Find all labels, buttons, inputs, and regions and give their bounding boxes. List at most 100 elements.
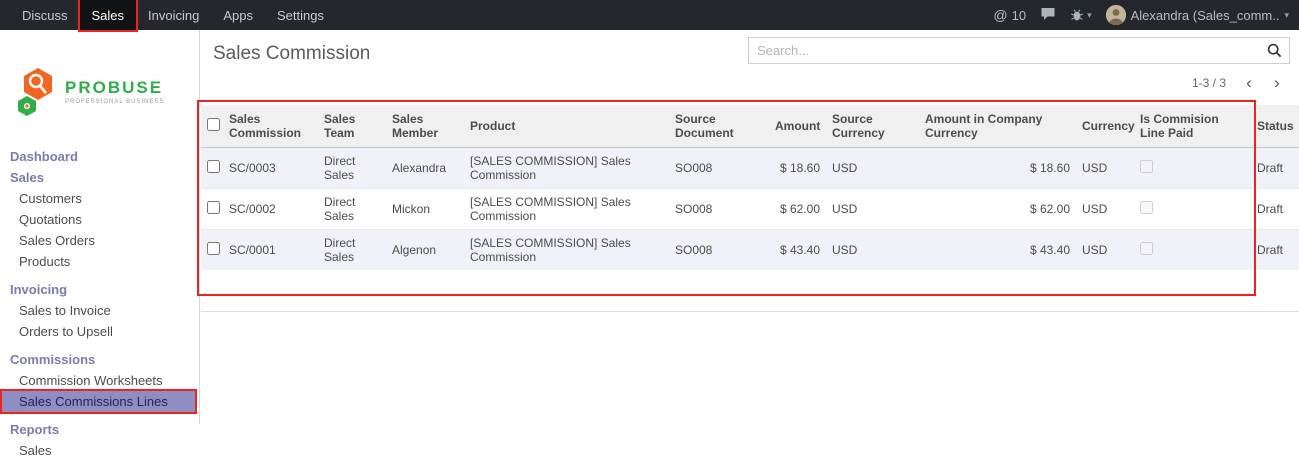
cell-product: [SALES COMMISSION] Sales Commission [464,229,669,270]
pager-next-button[interactable]: › [1264,72,1290,94]
column-header-product[interactable]: Product [464,105,669,147]
cell-status: Draft [1251,147,1299,188]
sidebar-item-quotations[interactable]: Quotations [0,209,199,230]
cell-amount: $ 43.40 [769,229,826,270]
search-input[interactable] [749,43,1260,58]
cell-sales-commission: SC/0003 [223,147,318,188]
logo-title: PROBUSE [65,78,164,98]
cell-is-paid [1134,188,1251,229]
probuse-logo-icon [14,66,60,116]
sidebar: PROBUSE PROFESSIONAL BUSINESS Dashboard … [0,30,200,424]
sidebar-item-orders-to-upsell[interactable]: Orders to Upsell [0,321,199,342]
cell-sales-commission: SC/0001 [223,229,318,270]
probuse-logo: PROBUSE PROFESSIONAL BUSINESS [14,66,164,116]
column-header-amount[interactable]: Amount [769,105,826,147]
sidebar-section-sales[interactable]: Sales [0,167,199,188]
cell-product: [SALES COMMISSION] Sales Commission [464,147,669,188]
menu-invoicing[interactable]: Invoicing [136,0,211,30]
sidebar-item-sales-orders[interactable]: Sales Orders [0,230,199,251]
column-header-is-commission-paid[interactable]: Is Commision Line Paid [1134,105,1251,147]
chevron-down-icon: ▾ [1284,10,1289,21]
cell-status: Draft [1251,188,1299,229]
cell-currency: USD [1076,229,1134,270]
cell-sales-team: Direct Sales [318,147,386,188]
user-name: Alexandra (Sales_comm.. [1131,8,1280,23]
column-header-source-currency[interactable]: Source Currency [826,105,919,147]
cell-sales-member: Algenon [386,229,464,270]
cell-source-document: SO008 [669,147,769,188]
messages-icon[interactable] [1040,7,1056,24]
cell-company-amount: $ 62.00 [919,188,1076,229]
select-all-checkbox[interactable] [207,118,220,131]
debug-menu[interactable]: ▾ [1070,8,1092,22]
search-icon [1267,43,1282,58]
logo-subtitle: PROFESSIONAL BUSINESS [65,99,164,105]
sidebar-item-sales-commissions-lines[interactable]: Sales Commissions Lines [2,391,195,412]
cell-source-document: SO008 [669,229,769,270]
page-title: Sales Commission [213,43,370,65]
cell-sales-team: Direct Sales [318,188,386,229]
cell-product: [SALES COMMISSION] Sales Commission [464,188,669,229]
cell-company-amount: $ 43.40 [919,229,1076,270]
cell-currency: USD [1076,147,1134,188]
row-select-cell [201,147,223,188]
cell-sales-commission: SC/0002 [223,188,318,229]
cell-status: Draft [1251,229,1299,270]
sidebar-section-invoicing[interactable]: Invoicing [0,279,199,300]
row-select-cell [201,188,223,229]
pager-range: 1-3 / 3 [1192,76,1226,90]
pager: 1-3 / 3 ‹ › [1192,72,1290,94]
sidebar-item-sales-to-invoice[interactable]: Sales to Invoice [0,300,199,321]
sidebar-item-reports-sales[interactable]: Sales [0,440,199,461]
table-row[interactable]: SC/0003 Direct Sales Alexandra [SALES CO… [201,147,1299,188]
sidebar-nav: Dashboard Sales Customers Quotations Sal… [0,146,199,461]
sidebar-section-commissions[interactable]: Commissions [0,349,199,370]
commission-list-table: Sales Commission Sales Team Sales Member… [201,105,1299,270]
sidebar-item-commission-worksheets[interactable]: Commission Worksheets [0,370,199,391]
menu-discuss[interactable]: Discuss [10,0,80,30]
column-header-currency[interactable]: Currency [1076,105,1134,147]
is-paid-checkbox [1140,201,1153,214]
sidebar-item-products[interactable]: Products [0,251,199,272]
row-select-checkbox[interactable] [207,160,220,173]
cell-company-amount: $ 18.60 [919,147,1076,188]
app-menus: Discuss Sales Invoicing Apps Settings [10,0,336,30]
cell-currency: USD [1076,188,1134,229]
column-header-amount-company-currency[interactable]: Amount in Company Currency [919,105,1076,147]
is-paid-checkbox [1140,160,1153,173]
mentions-counter[interactable]: @ 10 [993,7,1026,23]
control-panel: Sales Commission 1-3 / 3 ‹ › [201,30,1299,105]
column-header-sales-commission[interactable]: Sales Commission [223,105,318,147]
pager-previous-button[interactable]: ‹ [1236,72,1262,94]
table-row[interactable]: SC/0002 Direct Sales Mickon [SALES COMMI… [201,188,1299,229]
chevron-down-icon: ▾ [1087,10,1092,21]
mention-count: 10 [1012,8,1026,23]
row-select-checkbox[interactable] [207,201,220,214]
mention-icon: @ [993,7,1007,23]
table-header-row: Sales Commission Sales Team Sales Member… [201,105,1299,147]
menu-settings[interactable]: Settings [265,0,336,30]
column-header-status[interactable]: Status [1251,105,1299,147]
column-header-sales-team[interactable]: Sales Team [318,105,386,147]
menu-sales[interactable]: Sales [80,0,137,30]
column-header-sales-member[interactable]: Sales Member [386,105,464,147]
cell-sales-member: Mickon [386,188,464,229]
row-select-checkbox[interactable] [207,242,220,255]
sidebar-item-customers[interactable]: Customers [0,188,199,209]
cell-sales-team: Direct Sales [318,229,386,270]
cell-source-currency: USD [826,188,919,229]
table-empty-area [201,270,1299,312]
table-row[interactable]: SC/0001 Direct Sales Algenon [SALES COMM… [201,229,1299,270]
sidebar-section-reports[interactable]: Reports [0,419,199,440]
select-all-checkbox-cell [201,105,223,147]
cell-source-currency: USD [826,147,919,188]
column-header-source-document[interactable]: Source Document [669,105,769,147]
is-paid-checkbox [1140,242,1153,255]
sidebar-section-dashboard[interactable]: Dashboard [0,146,199,167]
avatar [1106,5,1126,25]
user-menu[interactable]: Alexandra (Sales_comm.. ▾ [1106,5,1289,25]
menu-apps[interactable]: Apps [211,0,265,30]
row-select-cell [201,229,223,270]
topbar-right-tools: @ 10 ▾ [993,5,1289,25]
search-button[interactable] [1260,43,1289,58]
